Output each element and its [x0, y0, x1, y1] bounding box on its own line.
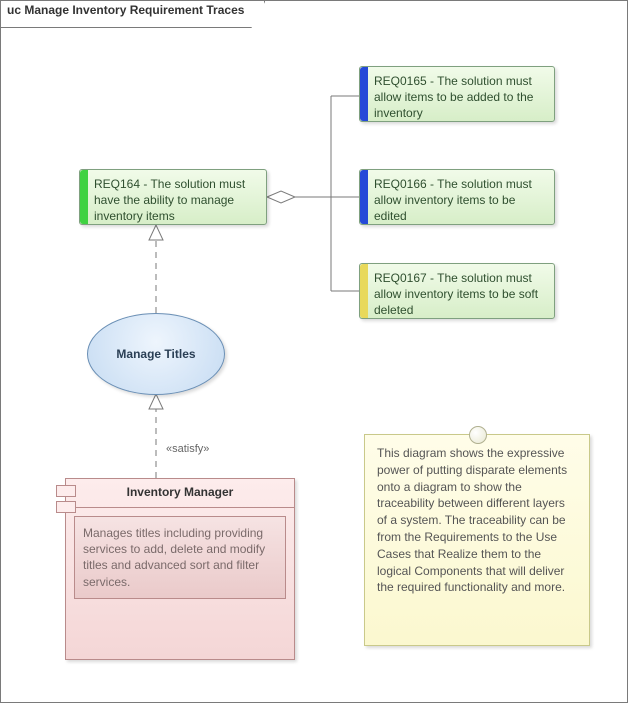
requirement-status-bar [80, 170, 88, 224]
requirement-req0165[interactable]: REQ0165 - The solution must allow items … [359, 66, 555, 122]
diagram-title: uc Manage Inventory Requirement Traces [7, 3, 244, 17]
component-lug-icon [56, 501, 76, 513]
usecase-manage-titles[interactable]: Manage Titles [87, 313, 225, 395]
requirement-status-bar [360, 67, 368, 121]
requirement-text: REQ0165 - The solution must allow items … [374, 74, 533, 120]
diagram-note[interactable]: This diagram shows the expressive power … [364, 434, 590, 646]
aggregation-from-req164 [267, 96, 359, 291]
component-inventory-manager[interactable]: Inventory Manager Manages titles includi… [65, 478, 295, 660]
requirement-status-bar [360, 170, 368, 224]
requirement-req0166[interactable]: REQ0166 - The solution must allow invent… [359, 169, 555, 225]
component-name: Inventory Manager [127, 485, 234, 499]
realization-usecase-to-req164 [149, 225, 163, 313]
component-title-bar: Inventory Manager [66, 479, 294, 508]
stereotype-satisfy: «satisfy» [166, 443, 209, 455]
pin-icon [469, 426, 487, 444]
diagram-title-tab: uc Manage Inventory Requirement Traces [1, 1, 265, 28]
component-lug-icon [56, 485, 76, 497]
note-text: This diagram shows the expressive power … [377, 446, 567, 594]
diagram-frame: uc Manage Inventory Requirement Traces R… [0, 0, 628, 703]
requirement-status-bar [360, 264, 368, 318]
requirement-text: REQ0167 - The solution must allow invent… [374, 271, 538, 317]
satisfy-component-to-usecase [149, 394, 163, 478]
requirement-req164[interactable]: REQ164 - The solution must have the abil… [79, 169, 267, 225]
requirement-req0167[interactable]: REQ0167 - The solution must allow invent… [359, 263, 555, 319]
component-description: Manages titles including providing servi… [74, 516, 286, 599]
requirement-text: REQ164 - The solution must have the abil… [94, 177, 245, 223]
usecase-name: Manage Titles [116, 347, 195, 361]
requirement-text: REQ0166 - The solution must allow invent… [374, 177, 532, 223]
